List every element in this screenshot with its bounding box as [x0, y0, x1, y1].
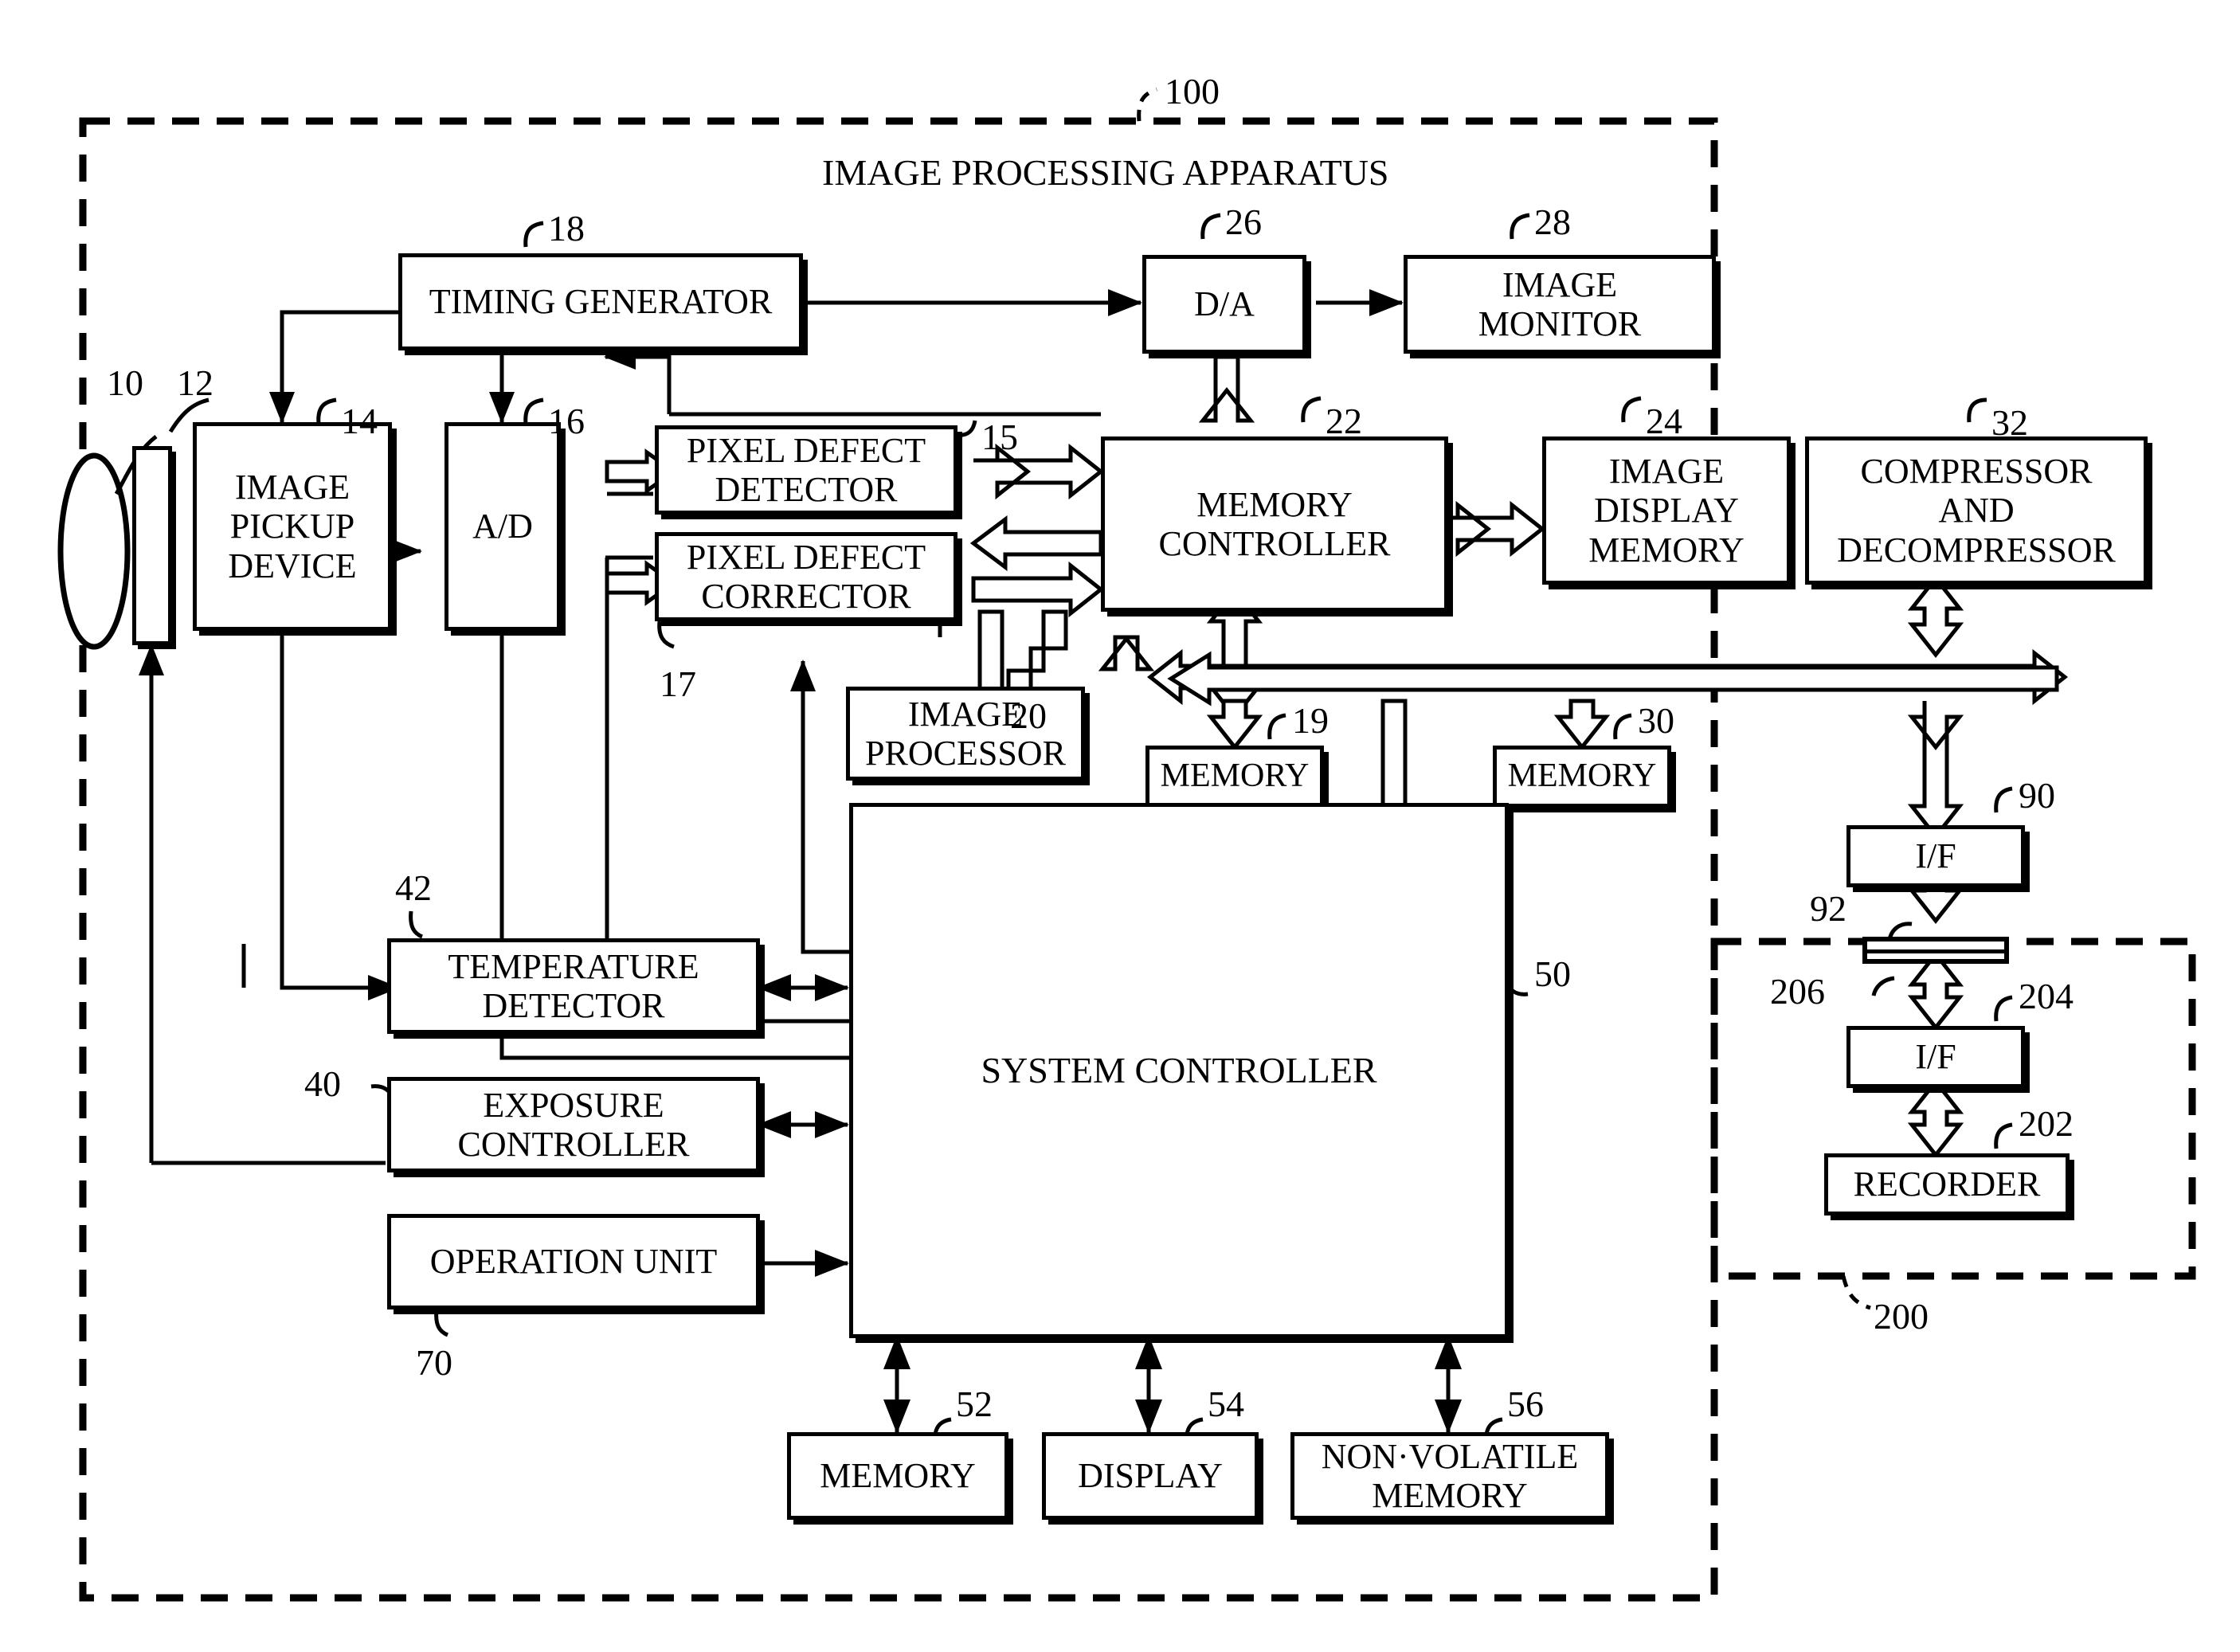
ref-54: 54 [1208, 1384, 1244, 1424]
exposure-controller-label-1: EXPOSURE [483, 1085, 664, 1125]
ref-32: 32 [1991, 402, 2028, 443]
ref-100: 100 [1165, 71, 1220, 112]
compressor-label-2: AND [1938, 491, 2015, 530]
nonvolatile-memory-56-block: NON·VOLATILE MEMORY [1290, 1432, 1609, 1520]
image-pickup-device-block: IMAGE PICKUP DEVICE [193, 422, 392, 631]
ref-50: 50 [1534, 953, 1571, 994]
nvmemory-56-label-1: NON·VOLATILE [1321, 1436, 1579, 1476]
ref-24: 24 [1646, 401, 1682, 441]
memory-30-label: MEMORY [1507, 757, 1657, 795]
image-display-memory-label-3: MEMORY [1588, 530, 1745, 570]
operation-unit-block: OPERATION UNIT [387, 1214, 760, 1309]
interface-204-block: I/F [1846, 1026, 2025, 1088]
pixel-detector-label-2: DETECTOR [715, 470, 898, 509]
system-controller-block: SYSTEM CONTROLLER [849, 803, 1509, 1338]
memory-controller-label-1: MEMORY [1196, 484, 1353, 524]
lens-ellipse [57, 452, 131, 650]
ref-42: 42 [395, 867, 432, 908]
memory-30-block: MEMORY [1493, 746, 1671, 808]
ref-40: 40 [304, 1063, 341, 1104]
image-monitor-label-1: IMAGE [1502, 264, 1618, 304]
ref-19: 19 [1292, 700, 1329, 741]
exposure-controller-label-2: CONTROLLER [457, 1125, 690, 1164]
memory-52-block: MEMORY [787, 1432, 1008, 1520]
exposure-controller-block: EXPOSURE CONTROLLER [387, 1077, 760, 1172]
ad-label: A/D [472, 507, 533, 546]
timing-generator-label: TIMING GENERATOR [429, 282, 773, 322]
ref-18: 18 [548, 208, 585, 249]
display-54-block: DISPLAY [1042, 1432, 1259, 1520]
ref-200: 200 [1874, 1296, 1929, 1337]
ref-20: 20 [1010, 695, 1047, 736]
image-display-memory-label-1: IMAGE [1608, 452, 1725, 491]
ref-202: 202 [2019, 1103, 2074, 1144]
ref-14: 14 [341, 401, 378, 441]
temperature-detector-label-1: TEMPERATURE [448, 946, 699, 986]
ref-206: 206 [1770, 971, 1825, 1012]
ref-26: 26 [1225, 202, 1262, 242]
image-processor-label-1: IMAGE [907, 694, 1024, 734]
image-pickup-label-1: IMAGE [234, 468, 350, 507]
pixel-defect-detector-block: PIXEL DEFECT DETECTOR [655, 425, 957, 515]
ref-56: 56 [1507, 1384, 1544, 1424]
memory-controller-block: MEMORY CONTROLLER [1101, 436, 1448, 612]
pixel-defect-corrector-block: PIXEL DEFECT CORRECTOR [655, 532, 957, 621]
interface-90-block: I/F [1846, 825, 2025, 887]
image-pickup-label-2: PICKUP [229, 507, 355, 546]
da-converter-block: D/A [1142, 255, 1306, 354]
pixel-detector-label-1: PIXEL DEFECT [686, 430, 926, 470]
ref-90: 90 [2019, 775, 2055, 816]
ref-22: 22 [1326, 401, 1362, 441]
system-controller-label: SYSTEM CONTROLLER [981, 1050, 1377, 1091]
shutter-block [132, 446, 172, 645]
timing-generator-block: TIMING GENERATOR [398, 253, 803, 350]
image-monitor-label-2: MONITOR [1478, 304, 1642, 343]
connector-92-inner-line [1867, 949, 2004, 953]
image-display-memory-label-2: DISPLAY [1594, 491, 1739, 530]
ref-12: 12 [177, 362, 213, 403]
compressor-label-3: DECOMPRESSOR [1837, 530, 2116, 570]
recorder-block: RECORDER [1824, 1153, 2070, 1216]
nvmemory-56-label-2: MEMORY [1372, 1476, 1528, 1515]
ref-30: 30 [1638, 700, 1674, 741]
memory-19-block: MEMORY [1145, 746, 1324, 808]
operation-unit-label: OPERATION UNIT [429, 1242, 718, 1282]
compressor-decompressor-block: COMPRESSOR AND DECOMPRESSOR [1805, 436, 2148, 585]
memory-19-label: MEMORY [1160, 757, 1310, 795]
ref-204: 204 [2019, 976, 2074, 1016]
display-54-label: DISPLAY [1078, 1456, 1223, 1496]
image-processor-label-2: PROCESSOR [865, 734, 1066, 773]
ref-52: 52 [956, 1384, 993, 1424]
da-label: D/A [1194, 284, 1255, 324]
if-90-label: I/F [1915, 836, 1956, 876]
pixel-corrector-label-2: CORRECTOR [701, 577, 911, 616]
memory-52-label: MEMORY [820, 1456, 976, 1496]
page-title: IMAGE PROCESSING APPARATUS [822, 152, 1389, 193]
memory-controller-label-2: CONTROLLER [1158, 524, 1391, 563]
ref-17: 17 [660, 664, 696, 704]
ref-15: 15 [981, 417, 1018, 457]
image-processor-block: IMAGE PROCESSOR [846, 687, 1085, 781]
ref-16: 16 [548, 401, 585, 441]
ref-92: 92 [1810, 888, 1846, 929]
temperature-detector-block: TEMPERATURE DETECTOR [387, 938, 760, 1034]
if-204-label: I/F [1915, 1037, 1956, 1077]
patent-figure: IMAGE PROCESSING APPARATUS 100 200 IMAGE… [0, 0, 2240, 1652]
compressor-label-1: COMPRESSOR [1860, 452, 2093, 491]
image-display-memory-block: IMAGE DISPLAY MEMORY [1542, 436, 1791, 585]
temperature-detector-label-2: DETECTOR [482, 986, 665, 1025]
image-pickup-label-3: DEVICE [228, 546, 357, 585]
image-monitor-block: IMAGE MONITOR [1404, 255, 1716, 354]
ref-28: 28 [1534, 202, 1571, 242]
ref-10: 10 [107, 362, 143, 403]
ad-converter-block: A/D [444, 422, 561, 631]
pixel-corrector-label-1: PIXEL DEFECT [686, 537, 926, 577]
recorder-label: RECORDER [1853, 1165, 2041, 1204]
ref-70: 70 [416, 1342, 452, 1383]
